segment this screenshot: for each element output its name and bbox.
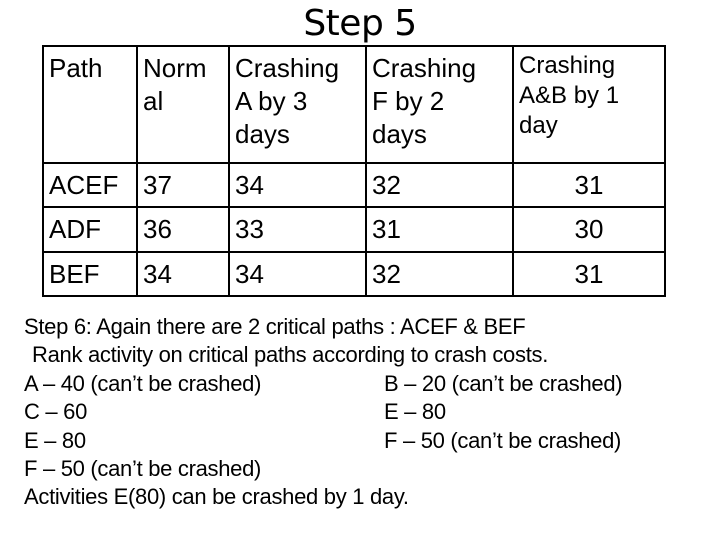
table-header-row: Path Norm al Crashing A by 3 days Crashi…: [42, 45, 666, 164]
cell-path: ACEF: [42, 162, 138, 208]
header-crashing-ab: Crashing A&B by 1 day: [512, 45, 666, 164]
cost-row: F – 50 (can’t be crashed): [24, 455, 548, 483]
slide-title: Step 5: [303, 3, 417, 44]
right-cost-item: E – 80: [384, 399, 446, 425]
rank-line: Rank activity on critical paths accordin…: [32, 342, 549, 368]
header-crashing-a: Crashing A by 3 days: [228, 45, 367, 164]
left-cost-item: E – 80: [24, 427, 86, 453]
notes-text: Step 6: Again there are 2 critical paths…: [24, 313, 623, 512]
cost-row: E – 80 F – 50 (can’t be crashed): [24, 427, 621, 455]
cell-path: BEF: [42, 251, 138, 297]
cell-crashing-f: 31: [365, 206, 514, 253]
cell-normal: 36: [136, 206, 230, 253]
right-cost-item: B – 20 (can’t be crashed): [384, 370, 623, 396]
table-row: ADF 36 33 31 30: [42, 206, 666, 253]
table-row: ACEF 37 34 32 31: [42, 162, 666, 208]
cell-crashing-f: 32: [365, 251, 514, 297]
cell-crashing-ab: 30: [512, 206, 666, 253]
header-normal: Norm al: [136, 45, 230, 164]
cell-normal: 34: [136, 251, 230, 297]
cell-crashing-ab: 31: [512, 162, 666, 208]
cell-path: ADF: [42, 206, 138, 253]
cell-crashing-a: 34: [228, 251, 367, 297]
left-cost-item: F – 50 (can’t be crashed): [24, 455, 262, 481]
header-path: Path: [42, 45, 138, 164]
cell-normal: 37: [136, 162, 230, 208]
cost-row: C – 60 E – 80: [24, 398, 548, 426]
crashing-table: Path Norm al Crashing A by 3 days Crashi…: [42, 45, 666, 297]
cost-row: A – 40 (can’t be crashed) B – 20 (can’t …: [24, 370, 623, 398]
left-cost-item: A – 40 (can’t be crashed): [24, 370, 262, 396]
conclusion-line: Activities E(80) can be crashed by 1 day…: [24, 484, 409, 510]
right-cost-item: F – 50 (can’t be crashed): [384, 427, 622, 453]
cell-crashing-f: 32: [365, 162, 514, 208]
cell-crashing-a: 33: [228, 206, 367, 253]
left-cost-item: C – 60: [24, 399, 88, 425]
table-row: BEF 34 34 32 31: [42, 251, 666, 297]
step6-line: Step 6: Again there are 2 critical paths…: [24, 314, 526, 339]
header-crashing-f: Crashing F by 2 days: [365, 45, 514, 164]
cell-crashing-a: 34: [228, 162, 367, 208]
cell-crashing-ab: 31: [512, 251, 666, 297]
